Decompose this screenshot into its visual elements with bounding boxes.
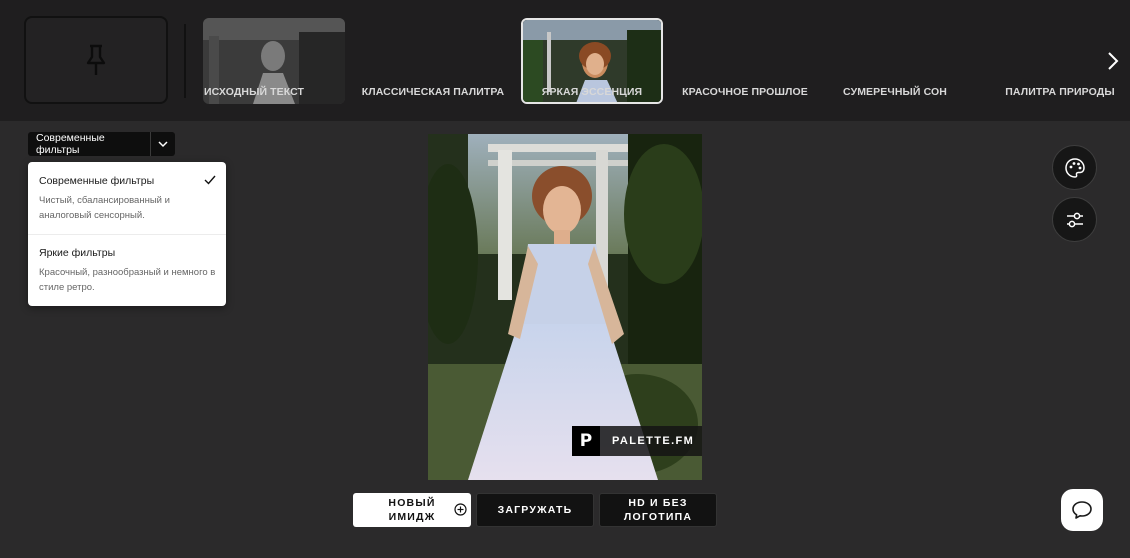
pin-slot[interactable]	[24, 16, 168, 104]
filter-dropdown-menu: Современные фильтры Чистый, сбалансирова…	[28, 162, 226, 306]
preset-label[interactable]: КЛАССИЧЕСКАЯ ПАЛИТРА	[353, 86, 513, 98]
new-image-button[interactable]: НОВЫЙ ИМИДЖ	[353, 493, 471, 527]
option-description: Красочный, разнообразный и немного в сти…	[39, 267, 216, 293]
colorized-photo: P PALETTE.FM	[428, 134, 702, 480]
chevron-right-icon[interactable]	[1104, 50, 1122, 72]
preset-label[interactable]: ЯРКАЯ ЭССЕНЦИЯ	[512, 86, 672, 98]
option-description: Чистый, сбалансированный и аналоговый се…	[39, 195, 170, 221]
upload-label: ЗАГРУЖАТЬ	[497, 504, 573, 516]
new-image-label: НОВЫЙ ИМИДЖ	[388, 497, 436, 523]
dropdown-option-modern[interactable]: Современные фильтры Чистый, сбалансирова…	[39, 175, 219, 223]
chat-button[interactable]	[1061, 489, 1103, 531]
adjustments-button[interactable]	[1052, 197, 1097, 242]
dropdown-option-vivid[interactable]: Яркие фильтры Красочный, разнообразный и…	[39, 247, 219, 295]
chat-icon	[1072, 501, 1092, 519]
chevron-down-icon[interactable]	[150, 132, 175, 156]
option-title: Яркие фильтры	[39, 247, 116, 259]
filter-category-select[interactable]: Современные фильтры	[28, 132, 175, 156]
palette-watermark: P PALETTE.FM	[572, 426, 702, 456]
palette-icon	[1064, 157, 1085, 178]
dropdown-divider	[28, 234, 226, 235]
plus-circle-icon	[454, 503, 467, 516]
palette-button[interactable]	[1052, 145, 1097, 190]
palette-logo-icon: P	[572, 426, 600, 456]
hd-no-logo-button[interactable]: HD И БЕЗ ЛОГОТИПА	[599, 493, 717, 527]
check-icon	[204, 175, 216, 185]
sliders-icon	[1066, 212, 1083, 227]
filter-select-value: Современные фильтры	[36, 132, 105, 156]
preset-label[interactable]: КРАСОЧНОЕ ПРОШЛОЕ	[665, 86, 825, 98]
preset-label[interactable]: СУМЕРЕЧНЫЙ СОН	[815, 86, 975, 98]
preset-label[interactable]: ПАЛИТРА ПРИРОДЫ	[980, 86, 1130, 98]
option-title: Современные фильтры	[39, 175, 155, 187]
hd-label: HD И БЕЗ ЛОГОТИПА	[623, 497, 693, 523]
preset-label[interactable]: ИСХОДНЫЙ ТЕКСТ	[174, 86, 334, 98]
upload-button[interactable]: ЗАГРУЖАТЬ	[476, 493, 594, 527]
filter-presets-bar: ИСХОДНЫЙ ТЕКСТ КЛАССИЧЕСКАЯ ПАЛИТРА ЯРКА…	[0, 0, 1130, 121]
pin-icon	[86, 44, 106, 75]
watermark-text: PALETTE.FM	[612, 435, 695, 447]
